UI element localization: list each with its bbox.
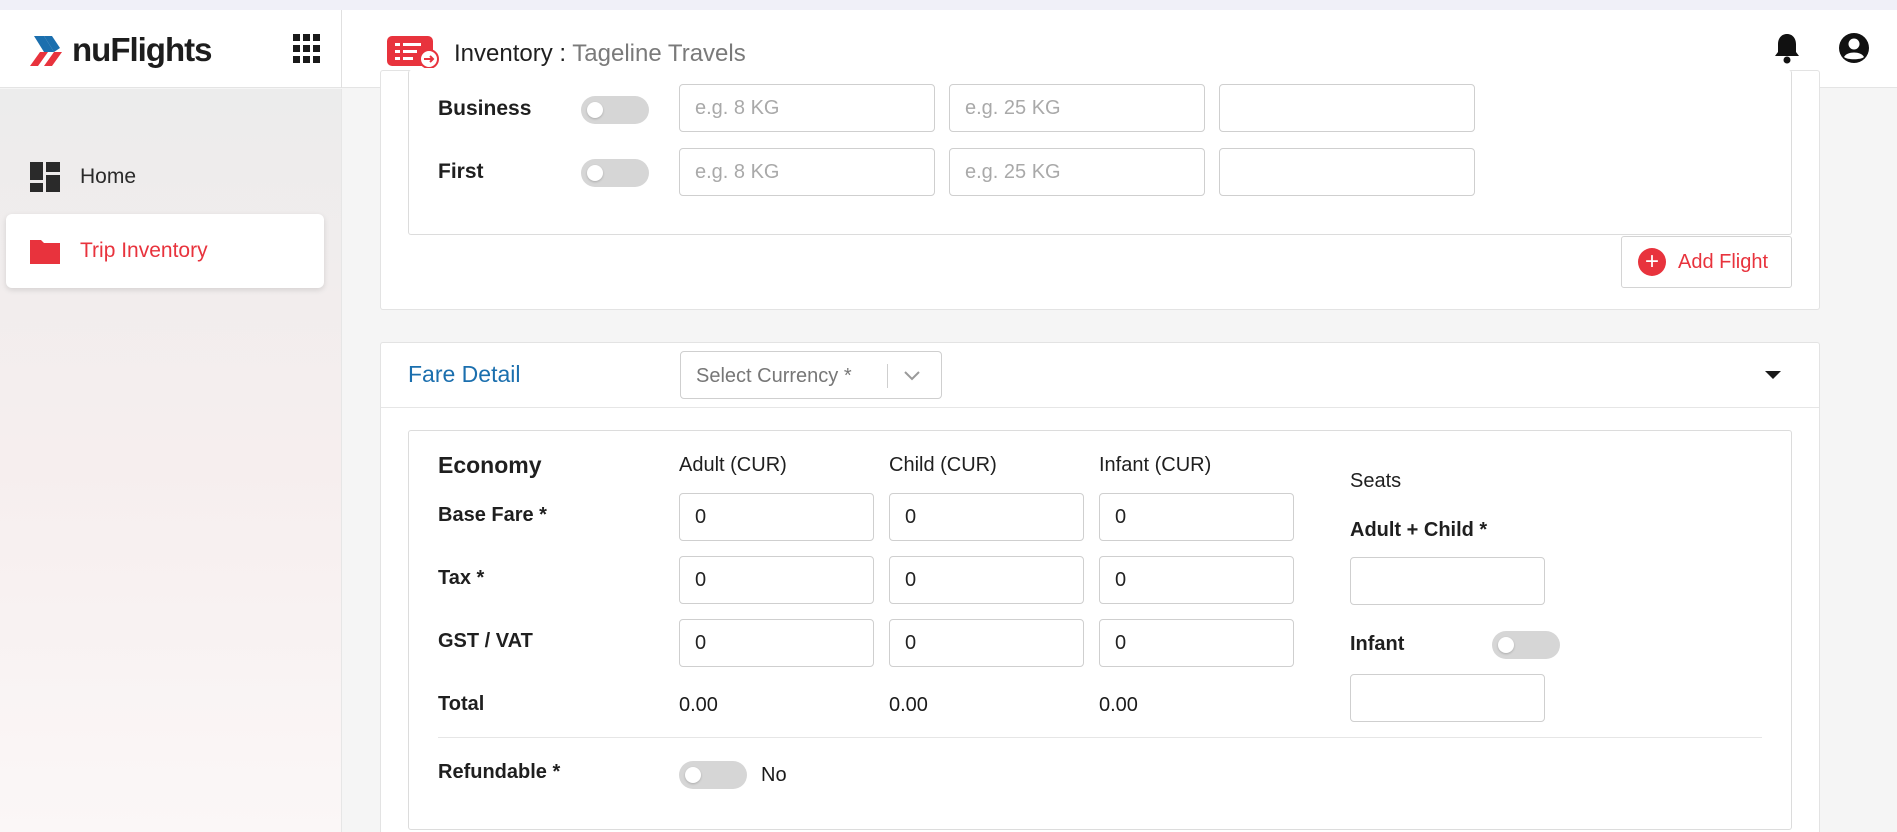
top-strip <box>0 0 1897 10</box>
dashboard-icon <box>30 162 60 192</box>
sidebar-item-label: Trip Inventory <box>80 239 208 262</box>
sidebar-item-home[interactable]: Home <box>6 140 324 214</box>
adult-child-seats-label: Adult + Child * <box>1350 519 1488 541</box>
sidebar: Home Trip Inventory <box>0 89 342 832</box>
logo-mark-icon <box>30 36 62 66</box>
currency-placeholder: Select Currency * <box>696 365 852 387</box>
fare-class-name: Economy <box>438 452 542 478</box>
sidebar-item-label: Home <box>80 165 137 188</box>
logo[interactable]: nuFlights <box>30 26 212 74</box>
refundable-label: Refundable * <box>438 761 561 783</box>
infant-seats-toggle[interactable] <box>1492 631 1560 659</box>
inventory-ticket-icon <box>387 36 439 68</box>
gst-vat-child-input[interactable]: 0 <box>889 619 1084 667</box>
base-fare-adult-input[interactable]: 0 <box>679 493 874 541</box>
total-child-value: 0.00 <box>889 694 928 716</box>
business-extra-input[interactable] <box>1219 84 1475 132</box>
tax-adult-input[interactable]: 0 <box>679 556 874 604</box>
plus-circle-icon: + <box>1638 248 1666 276</box>
apps-grid-icon[interactable] <box>293 34 323 64</box>
gst-vat-infant-input[interactable]: 0 <box>1099 619 1294 667</box>
business-toggle[interactable] <box>581 96 649 124</box>
fare-detail-header-divider <box>381 407 1819 408</box>
tax-infant-input[interactable]: 0 <box>1099 556 1294 604</box>
refundable-toggle[interactable] <box>679 761 747 789</box>
baggage-row-label: First <box>438 160 484 183</box>
seats-title: Seats <box>1350 470 1402 492</box>
column-header-child: Child (CUR) <box>889 454 997 476</box>
column-header-adult: Adult (CUR) <box>679 454 787 476</box>
add-flight-label: Add Flight <box>1678 250 1769 273</box>
page-title-label: Inventory : <box>454 40 567 67</box>
baggage-row-label: Business <box>438 97 532 120</box>
page-subtitle: Tageline Travels <box>572 40 746 67</box>
infant-seats-input[interactable] <box>1350 674 1545 722</box>
logo-text: nuFlights <box>72 31 212 68</box>
collapse-caret-icon[interactable] <box>1765 371 1781 379</box>
total-adult-value: 0.00 <box>679 694 718 716</box>
add-flight-button[interactable]: + Add Flight <box>1621 236 1792 288</box>
fare-row-label: Base Fare * <box>438 504 547 526</box>
folder-icon <box>30 240 60 264</box>
fare-detail-title: Fare Detail <box>408 361 521 387</box>
business-cabin-baggage-input[interactable]: e.g. 8 KG <box>679 84 935 132</box>
account-circle-icon[interactable] <box>1838 32 1870 64</box>
fare-row-label: Tax * <box>438 567 485 589</box>
sidebar-item-trip-inventory[interactable]: Trip Inventory <box>6 214 324 288</box>
base-fare-child-input[interactable]: 0 <box>889 493 1084 541</box>
tax-child-input[interactable]: 0 <box>889 556 1084 604</box>
first-extra-input[interactable] <box>1219 148 1475 196</box>
chevron-down-icon <box>904 371 920 381</box>
select-separator <box>887 364 888 388</box>
adult-child-seats-input[interactable] <box>1350 557 1545 605</box>
refundable-value: No <box>761 764 787 786</box>
column-header-infant: Infant (CUR) <box>1099 454 1212 476</box>
fare-divider <box>438 737 1762 738</box>
total-infant-value: 0.00 <box>1099 694 1138 716</box>
business-checkin-baggage-input[interactable]: e.g. 25 KG <box>949 84 1205 132</box>
infant-seats-label: Infant <box>1350 633 1405 655</box>
total-label: Total <box>438 693 485 715</box>
page-title: Inventory : Tageline Travels <box>454 40 746 68</box>
fare-row-label: GST / VAT <box>438 630 533 652</box>
first-checkin-baggage-input[interactable]: e.g. 25 KG <box>949 148 1205 196</box>
bell-icon[interactable] <box>1773 32 1801 64</box>
first-cabin-baggage-input[interactable]: e.g. 8 KG <box>679 148 935 196</box>
currency-select[interactable]: Select Currency * <box>680 351 942 399</box>
base-fare-infant-input[interactable]: 0 <box>1099 493 1294 541</box>
header-divider <box>341 10 342 88</box>
gst-vat-adult-input[interactable]: 0 <box>679 619 874 667</box>
first-toggle[interactable] <box>581 159 649 187</box>
